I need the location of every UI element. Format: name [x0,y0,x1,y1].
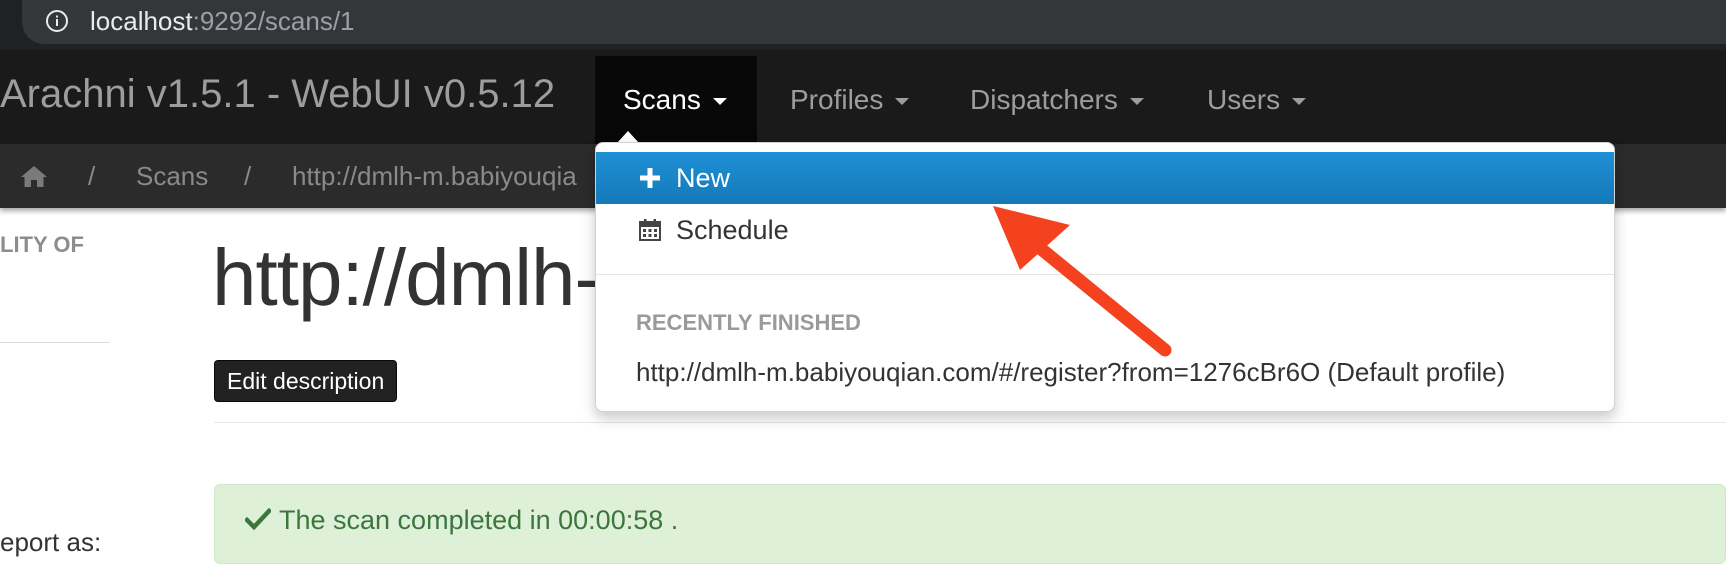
home-icon[interactable] [20,164,48,188]
caret-down-icon [895,97,910,105]
address-bar[interactable]: localhost:9292/scans/1 [22,0,1726,44]
caret-down-icon [1129,97,1144,105]
calendar-icon [639,219,661,241]
scans-dropdown-menu: New Schedule RECENTLY FINISHED http://dm… [595,142,1615,412]
breadcrumb-scans-link[interactable]: Scans [136,161,208,192]
url-path: :9292/scans/1 [192,6,355,36]
menu-item-new-label: New [676,162,731,193]
dropdown-divider [596,274,1614,275]
caret-down-icon [1292,97,1307,105]
page-title: http://dmlh- [212,233,601,322]
nav-dispatchers-menu[interactable]: Dispatchers [970,56,1144,144]
app-brand[interactable]: Arachni v1.5.1 - WebUI v0.5.12 [0,72,555,117]
sidebar-divider [0,342,110,343]
nav-users-menu[interactable]: Users [1207,56,1307,144]
dropdown-section-header: RECENTLY FINISHED [636,310,861,335]
caret-down-icon [712,97,727,105]
breadcrumb-current-scan: http://dmlh-m.babiyouqia [292,161,577,191]
edit-description-button[interactable]: Edit description [214,360,398,402]
sidebar-export-label: eport as: [0,527,102,557]
url-host: localhost [90,6,193,36]
nav-profiles-menu[interactable]: Profiles [790,56,910,144]
menu-item-schedule[interactable]: Schedule [596,204,1614,256]
menu-item-recent-scan[interactable]: http://dmlh-m.babiyouqian.com/#/register… [636,357,1505,388]
top-navbar: Arachni v1.5.1 - WebUI v0.5.12 Scans Pro… [0,50,1726,144]
nav-scans-label: Scans [623,84,701,115]
sidebar-heading: LITY OF [0,232,84,257]
content-divider [214,422,1726,423]
scan-complete-alert: The scan completed in 00:00:58 . [214,484,1726,564]
browser-toolbar: localhost:9292/scans/1 [0,0,1726,50]
menu-item-new[interactable]: New [596,152,1614,204]
info-icon[interactable] [45,9,69,33]
breadcrumb-separator: / [244,161,252,191]
check-icon [245,508,271,530]
nav-dispatchers-label: Dispatchers [970,84,1118,115]
breadcrumb-separator: / [88,161,96,191]
nav-users-label: Users [1207,84,1281,115]
alert-message: The scan completed in 00:00:58 . [279,505,679,535]
menu-item-schedule-label: Schedule [676,214,789,245]
url-text[interactable]: localhost:9292/scans/1 [90,6,355,37]
plus-icon [640,168,660,188]
nav-profiles-label: Profiles [790,84,884,115]
